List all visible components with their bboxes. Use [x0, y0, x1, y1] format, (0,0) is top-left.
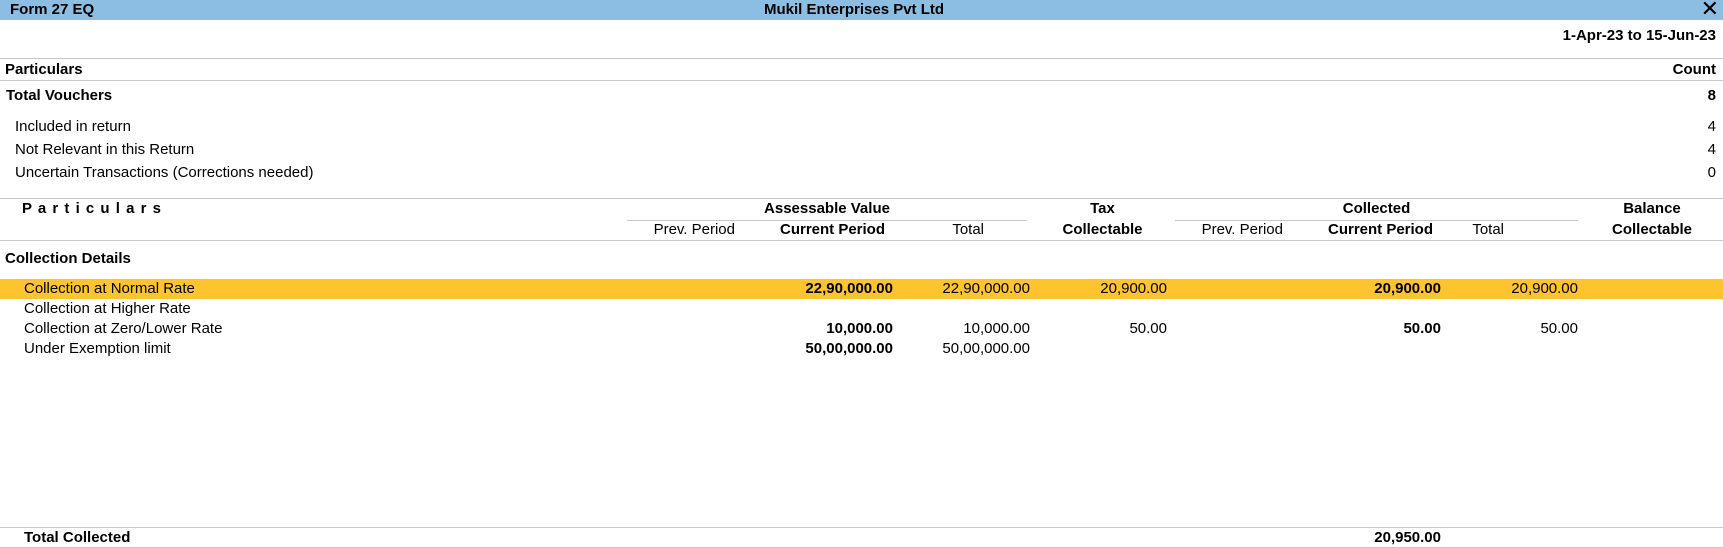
- report-title: Form 27 EQ: [10, 1, 95, 18]
- divider: [0, 58, 1723, 59]
- row-label-higher-rate[interactable]: Collection at Higher Rate: [24, 300, 191, 317]
- summary-count-uncertain: 0: [1707, 164, 1716, 181]
- assessable-value-header: Assessable Value: [764, 200, 890, 217]
- period-range: 1-Apr-23 to 15-Jun-23: [1562, 27, 1716, 44]
- summary-particulars-header: Particulars: [5, 61, 83, 78]
- row-av-total: 22,90,000.00: [942, 280, 1030, 297]
- tax-header: Tax: [1090, 200, 1115, 217]
- total-vouchers-label[interactable]: Total Vouchers: [6, 87, 112, 104]
- row-av-current: 10,000.00: [826, 320, 893, 337]
- summary-row-uncertain[interactable]: Uncertain Transactions (Corrections need…: [15, 164, 313, 181]
- row-tax-collectable: 50.00: [1129, 320, 1167, 337]
- title-bar: Form 27 EQ Mukil Enterprises Pvt Ltd ✕: [0, 0, 1723, 20]
- balance-collectable-header: Collectable: [1611, 221, 1693, 238]
- divider: [0, 80, 1723, 81]
- col-current-period-header: Current Period: [1327, 221, 1433, 238]
- divider: [0, 198, 1723, 199]
- row-label-exemption-limit[interactable]: Under Exemption limit: [24, 340, 171, 357]
- total-collected-label: Total Collected: [24, 529, 131, 546]
- av-total-header: Total: [952, 221, 984, 238]
- row-tax-collectable: 20,900.00: [1100, 280, 1167, 297]
- details-particulars-header: P a r t i c u l a r s: [22, 200, 162, 217]
- col-total-header: Total: [1472, 221, 1504, 238]
- row-col-current: 20,900.00: [1374, 280, 1441, 297]
- company-name: Mukil Enterprises Pvt Ltd: [764, 1, 945, 18]
- av-prev-period-header: Prev. Period: [653, 221, 735, 238]
- row-av-total: 10,000.00: [963, 320, 1030, 337]
- summary-count-header: Count: [1672, 61, 1716, 78]
- summary-row-not-relevant[interactable]: Not Relevant in this Return: [15, 141, 194, 158]
- summary-row-included[interactable]: Included in return: [15, 118, 131, 135]
- total-vouchers-count: 8: [1707, 87, 1716, 104]
- summary-count-not-relevant: 4: [1707, 141, 1716, 158]
- divider: [0, 527, 1723, 528]
- collected-header: Collected: [1342, 200, 1411, 217]
- row-col-total: 20,900.00: [1511, 280, 1578, 297]
- summary-count-included: 4: [1707, 118, 1716, 135]
- row-label-normal-rate[interactable]: Collection at Normal Rate: [24, 280, 195, 297]
- row-av-total: 50,00,000.00: [942, 340, 1030, 357]
- av-current-period-header: Current Period: [779, 221, 885, 238]
- row-label-zero-lower-rate[interactable]: Collection at Zero/Lower Rate: [24, 320, 222, 337]
- close-icon[interactable]: ✕: [1701, 0, 1719, 20]
- balance-header: Balance: [1623, 200, 1681, 217]
- row-col-total: 50.00: [1540, 320, 1578, 337]
- total-collected-value: 20,950.00: [1374, 529, 1441, 546]
- section-title: Collection Details: [5, 250, 131, 267]
- divider: [0, 240, 1723, 241]
- tax-collectable-header: Collectable: [1062, 221, 1143, 238]
- row-av-current: 50,00,000.00: [805, 340, 893, 357]
- col-prev-period-header: Prev. Period: [1201, 221, 1283, 238]
- row-av-current: 22,90,000.00: [805, 280, 893, 297]
- row-col-current: 50.00: [1403, 320, 1441, 337]
